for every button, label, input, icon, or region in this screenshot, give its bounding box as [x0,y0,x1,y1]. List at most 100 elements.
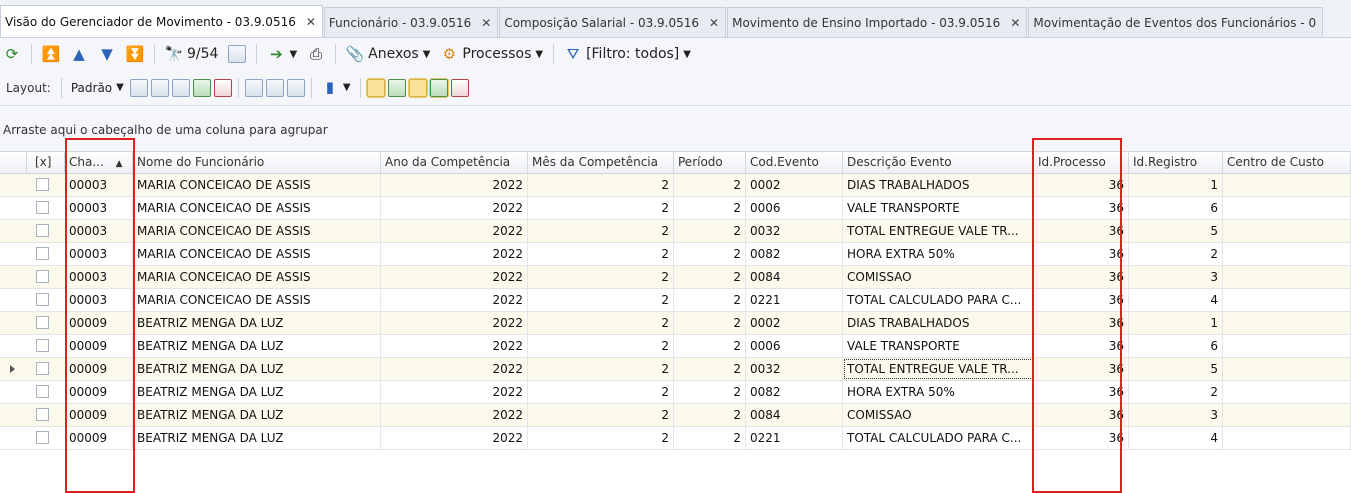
cell-chapa[interactable]: 00003 [65,243,133,265]
cell-mes[interactable]: 2 [528,243,674,265]
next-record-button[interactable]: ▼ [95,42,119,66]
cell-mes[interactable]: 2 [528,220,674,242]
cell-cod[interactable]: 0002 [746,174,843,196]
print-button[interactable]: ⎙ [304,42,328,66]
cell-cod[interactable]: 0006 [746,335,843,357]
cell-centro-custo[interactable] [1223,404,1351,426]
cell-mes[interactable]: 2 [528,335,674,357]
cell-ano[interactable]: 2022 [381,404,528,426]
footer-toggle-icon[interactable] [407,77,428,98]
cell-ano[interactable]: 2022 [381,381,528,403]
cell-desc[interactable]: COMISSAO [843,266,1034,288]
column-header-select[interactable]: [x] [27,152,65,174]
cell-periodo[interactable]: 2 [674,243,746,265]
cell-chapa[interactable]: 00009 [65,427,133,449]
export-layout-icon[interactable] [213,78,232,97]
cell-ano[interactable]: 2022 [381,358,528,380]
group-by-panel[interactable]: Arraste aqui o cabeçalho de uma coluna p… [0,107,1351,151]
cell-periodo[interactable]: 2 [674,266,746,288]
cell-ano[interactable]: 2022 [381,289,528,311]
cell-idproc[interactable]: 36 [1034,404,1129,426]
cell-cod[interactable]: 0084 [746,404,843,426]
table-row[interactable]: 00003 MARIA CONCEICAO DE ASSIS 2022 2 2 0084 C… [0,266,1351,289]
cell-idreg[interactable]: 6 [1129,335,1223,357]
column-header-cod[interactable]: Cod.Evento [746,152,843,174]
cell-idproc[interactable]: 36 [1034,289,1129,311]
cell-periodo[interactable]: 2 [674,358,746,380]
column-header-chapa[interactable]: Cha... ▲ [65,152,133,174]
table-row[interactable]: 00009 BEATRIZ MENGA DA LUZ 2022 2 2 0002 DIAS … [0,312,1351,335]
cell-cod[interactable]: 0032 [746,358,843,380]
table-row[interactable]: 00003 MARIA CONCEICAO DE ASSIS 2022 2 2 0006 V… [0,197,1351,220]
save-layout-icon[interactable] [129,78,148,97]
cell-idreg[interactable]: 5 [1129,358,1223,380]
cell-cod[interactable]: 0082 [746,243,843,265]
cell-chapa[interactable]: 00003 [65,289,133,311]
row-select-checkbox[interactable] [36,339,49,352]
cell-ano[interactable]: 2022 [381,174,528,196]
processes-button[interactable]: ⚙ Processos ▼ [437,42,546,66]
close-icon[interactable]: ✕ [1010,9,1020,37]
cell-desc[interactable]: HORA EXTRA 50% [843,243,1034,265]
cell-centro-custo[interactable] [1223,381,1351,403]
cell-chapa[interactable]: 00003 [65,197,133,219]
table-row[interactable]: 00009 BEATRIZ MENGA DA LUZ 2022 2 2 0032 TOTAL… [0,358,1351,381]
cell-periodo[interactable]: 2 [674,427,746,449]
cell-desc[interactable]: TOTAL CALCULADO PARA C... [843,289,1034,311]
cell-ano[interactable]: 2022 [381,220,528,242]
cell-idreg[interactable]: 2 [1129,243,1223,265]
cell-periodo[interactable]: 2 [674,197,746,219]
cell-mes[interactable]: 2 [528,381,674,403]
filter-row-toggle-icon[interactable] [387,78,406,97]
cell-desc[interactable]: VALE TRANSPORTE [843,335,1034,357]
table-row[interactable]: 00009 BEATRIZ MENGA DA LUZ 2022 2 2 0006 VALE … [0,335,1351,358]
cell-idreg[interactable]: 1 [1129,174,1223,196]
tab-funcionario[interactable]: Funcionário - 03.9.0516 ✕ [323,7,499,37]
column-header-mes[interactable]: Mês da Competência [528,152,674,174]
cell-idreg[interactable]: 3 [1129,404,1223,426]
cell-idreg[interactable]: 6 [1129,197,1223,219]
cell-idproc[interactable]: 36 [1034,358,1129,380]
cell-mes[interactable]: 2 [528,197,674,219]
cell-nome[interactable]: MARIA CONCEICAO DE ASSIS [133,220,381,242]
close-icon[interactable]: ✕ [481,9,491,37]
group-panel-toggle-icon[interactable] [365,77,386,98]
first-record-button[interactable]: ⏫ [39,42,63,66]
tab-composicao-salarial[interactable]: Composição Salarial - 03.9.0516 ✕ [499,7,727,37]
grid-view-button[interactable] [225,42,249,66]
cell-nome[interactable]: MARIA CONCEICAO DE ASSIS [133,289,381,311]
filter-button[interactable]: ⛛ [Filtro: todos] ▼ [561,42,694,66]
cell-mes[interactable]: 2 [528,358,674,380]
cell-desc[interactable]: COMISSAO [843,404,1034,426]
row-select-checkbox[interactable] [36,431,49,444]
cell-nome[interactable]: MARIA CONCEICAO DE ASSIS [133,243,381,265]
cell-cod[interactable]: 0082 [746,381,843,403]
row-select-checkbox[interactable] [36,408,49,421]
cell-ano[interactable]: 2022 [381,197,528,219]
previous-record-button[interactable]: ▲ [67,42,91,66]
cell-desc[interactable]: TOTAL ENTREGUE VALE TR... [843,358,1034,380]
table-row[interactable]: 00003 MARIA CONCEICAO DE ASSIS 2022 2 2 0032 T… [0,220,1351,243]
cell-periodo[interactable]: 2 [674,312,746,334]
column-header-desc[interactable]: Descrição Evento [843,152,1034,174]
cell-ano[interactable]: 2022 [381,312,528,334]
cell-ano[interactable]: 2022 [381,335,528,357]
auto-filter-toggle-icon[interactable] [428,77,449,98]
cell-idproc[interactable]: 36 [1034,266,1129,288]
column-header-idregistro[interactable]: Id.Registro [1129,152,1223,174]
cell-cod[interactable]: 0032 [746,220,843,242]
cell-chapa[interactable]: 00009 [65,312,133,334]
column-header-nome[interactable]: Nome do Funcionário [133,152,381,174]
export-button[interactable]: ➔ ▼ [264,42,300,66]
row-select-checkbox[interactable] [36,201,49,214]
row-select-checkbox[interactable] [36,385,49,398]
cell-desc[interactable]: VALE TRANSPORTE [843,197,1034,219]
cell-idreg[interactable]: 4 [1129,427,1223,449]
cell-ano[interactable]: 2022 [381,266,528,288]
cell-ano[interactable]: 2022 [381,427,528,449]
table-row[interactable]: 00003 MARIA CONCEICAO DE ASSIS 2022 2 2 0082 H… [0,243,1351,266]
cell-idreg[interactable]: 2 [1129,381,1223,403]
cell-centro-custo[interactable] [1223,312,1351,334]
cell-periodo[interactable]: 2 [674,404,746,426]
row-select-checkbox[interactable] [36,316,49,329]
